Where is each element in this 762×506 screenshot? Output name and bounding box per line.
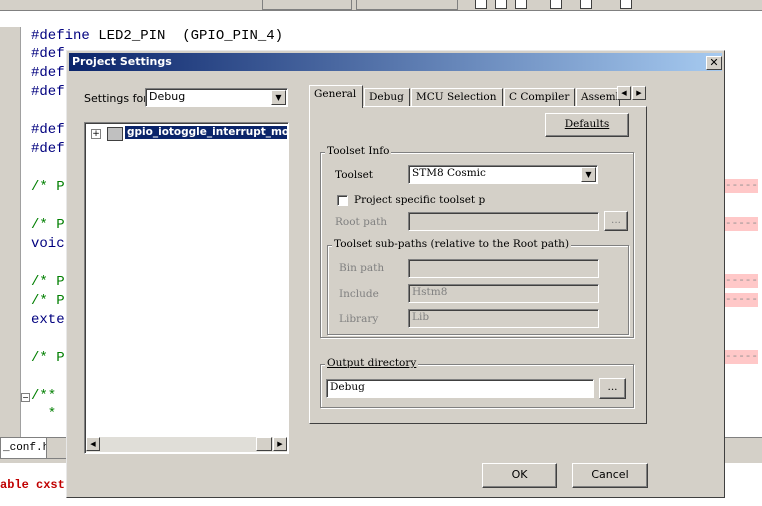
library-field[interactable]: Lib (408, 309, 599, 328)
include-field[interactable]: Hstm8 (408, 284, 599, 303)
triangle-left-icon[interactable]: ◀ (617, 86, 631, 100)
project-specific-toolset-label: Project specific toolset p (354, 194, 486, 206)
file-tab[interactable] (46, 438, 68, 459)
triangle-right-icon[interactable]: ▶ (273, 437, 287, 451)
scroll-thumb[interactable] (256, 437, 272, 451)
tab-general[interactable]: General (309, 85, 363, 108)
output-directory-value: Debug (330, 381, 365, 393)
tree-horizontal-scrollbar[interactable]: ◀ ▶ (86, 437, 287, 452)
project-tree[interactable]: + gpio_iotoggle_interrupt_mo ◀ ▶ (84, 122, 289, 454)
toolset-subpaths-title: Toolset sub-paths (relative to the Root … (332, 238, 572, 250)
toolset-dropdown[interactable]: STM8 Cosmic ▼ (408, 165, 598, 184)
file-tab-conf-h[interactable]: _conf.h (0, 438, 49, 459)
dialog-titlebar[interactable]: Project Settings ✕ (69, 53, 722, 71)
code-line: /* P (31, 274, 65, 290)
project-settings-dialog: Project Settings ✕ Settings for: Debug ▼… (66, 50, 725, 498)
comment-dashes: ----- (725, 293, 759, 307)
code-line: #def (31, 141, 65, 157)
toolbar-icon-4[interactable] (550, 0, 562, 9)
toolbar-icon-1[interactable] (475, 0, 487, 9)
settings-for-dropdown[interactable]: Debug ▼ (145, 88, 288, 107)
settings-for-value: Debug (149, 90, 186, 103)
library-label: Library (339, 313, 379, 325)
code-line: /* P (31, 217, 65, 233)
dialog-title: Project Settings (72, 55, 172, 68)
triangle-left-icon[interactable]: ◀ (86, 437, 100, 451)
toolbar-icon-5[interactable] (580, 0, 592, 9)
code-line: * (31, 406, 57, 422)
toolbar-icon-6[interactable] (620, 0, 632, 9)
output-directory-field[interactable]: Debug (326, 379, 594, 398)
toolset-info-title: Toolset Info (325, 145, 392, 157)
comment-dashes: ----- (725, 274, 759, 288)
toolbar-combo-1[interactable] (262, 0, 352, 10)
output-directory-browse-button[interactable]: ... (599, 378, 626, 399)
tree-item-project[interactable]: gpio_iotoggle_interrupt_mo (125, 126, 287, 139)
comment-dashes: ----- (725, 350, 759, 364)
toolbar-icon-2[interactable] (495, 0, 507, 9)
ok-button[interactable]: OK (482, 463, 557, 488)
triangle-right-icon[interactable]: ▶ (632, 86, 646, 100)
code-line: /* P (31, 293, 65, 309)
defaults-button[interactable]: Defaults (545, 113, 629, 137)
close-icon[interactable]: ✕ (706, 56, 722, 70)
code-line: /** (31, 388, 57, 404)
toolset-label: Toolset (335, 169, 374, 181)
tab-debug[interactable]: Debug (364, 88, 410, 106)
chevron-down-icon[interactable]: ▼ (581, 167, 596, 182)
output-directory-title: Output directory (325, 357, 419, 369)
code-line: voic (31, 236, 65, 252)
plus-icon[interactable]: + (91, 129, 101, 139)
comment-dashes: ----- (725, 179, 759, 193)
bin-path-label: Bin path (339, 262, 385, 274)
root-path-field[interactable] (408, 212, 599, 231)
build-output-text: able cxst (0, 478, 65, 492)
root-path-browse-button[interactable]: ... (604, 211, 628, 231)
include-label: Include (339, 288, 379, 300)
comment-dashes: ----- (725, 217, 759, 231)
chevron-down-icon[interactable]: ▼ (271, 90, 286, 105)
code-line: #def (31, 65, 65, 81)
library-value: Lib (412, 311, 430, 323)
code-line: #def (31, 122, 65, 138)
tab-c-compiler[interactable]: C Compiler (504, 88, 575, 106)
tab-assembler[interactable]: Assemb (576, 88, 620, 106)
code-line: #def (31, 84, 65, 100)
code-line: #define LED2_PIN (GPIO_PIN_4) (31, 28, 284, 44)
bin-path-field[interactable] (408, 259, 599, 278)
editor-gutter (0, 27, 20, 437)
toolbar-icon-3[interactable] (515, 0, 527, 9)
code-line: #def (31, 46, 65, 62)
toolbar-combo-2[interactable] (356, 0, 458, 10)
tab-mcu-selection[interactable]: MCU Selection (411, 88, 503, 106)
ide-toolbar (0, 0, 762, 11)
code-line: exte (31, 312, 65, 328)
code-line: /* P (31, 350, 65, 366)
settings-for-label: Settings for: (84, 92, 152, 105)
code-line: /* P (31, 179, 65, 195)
fold-toggle-icon[interactable]: − (21, 393, 30, 402)
root-path-label: Root path (335, 216, 388, 228)
include-value: Hstm8 (412, 286, 448, 298)
toolset-value: STM8 Cosmic (412, 167, 486, 179)
cancel-button[interactable]: Cancel (572, 463, 648, 488)
project-icon (107, 127, 123, 141)
project-specific-toolset-checkbox[interactable] (337, 195, 348, 206)
